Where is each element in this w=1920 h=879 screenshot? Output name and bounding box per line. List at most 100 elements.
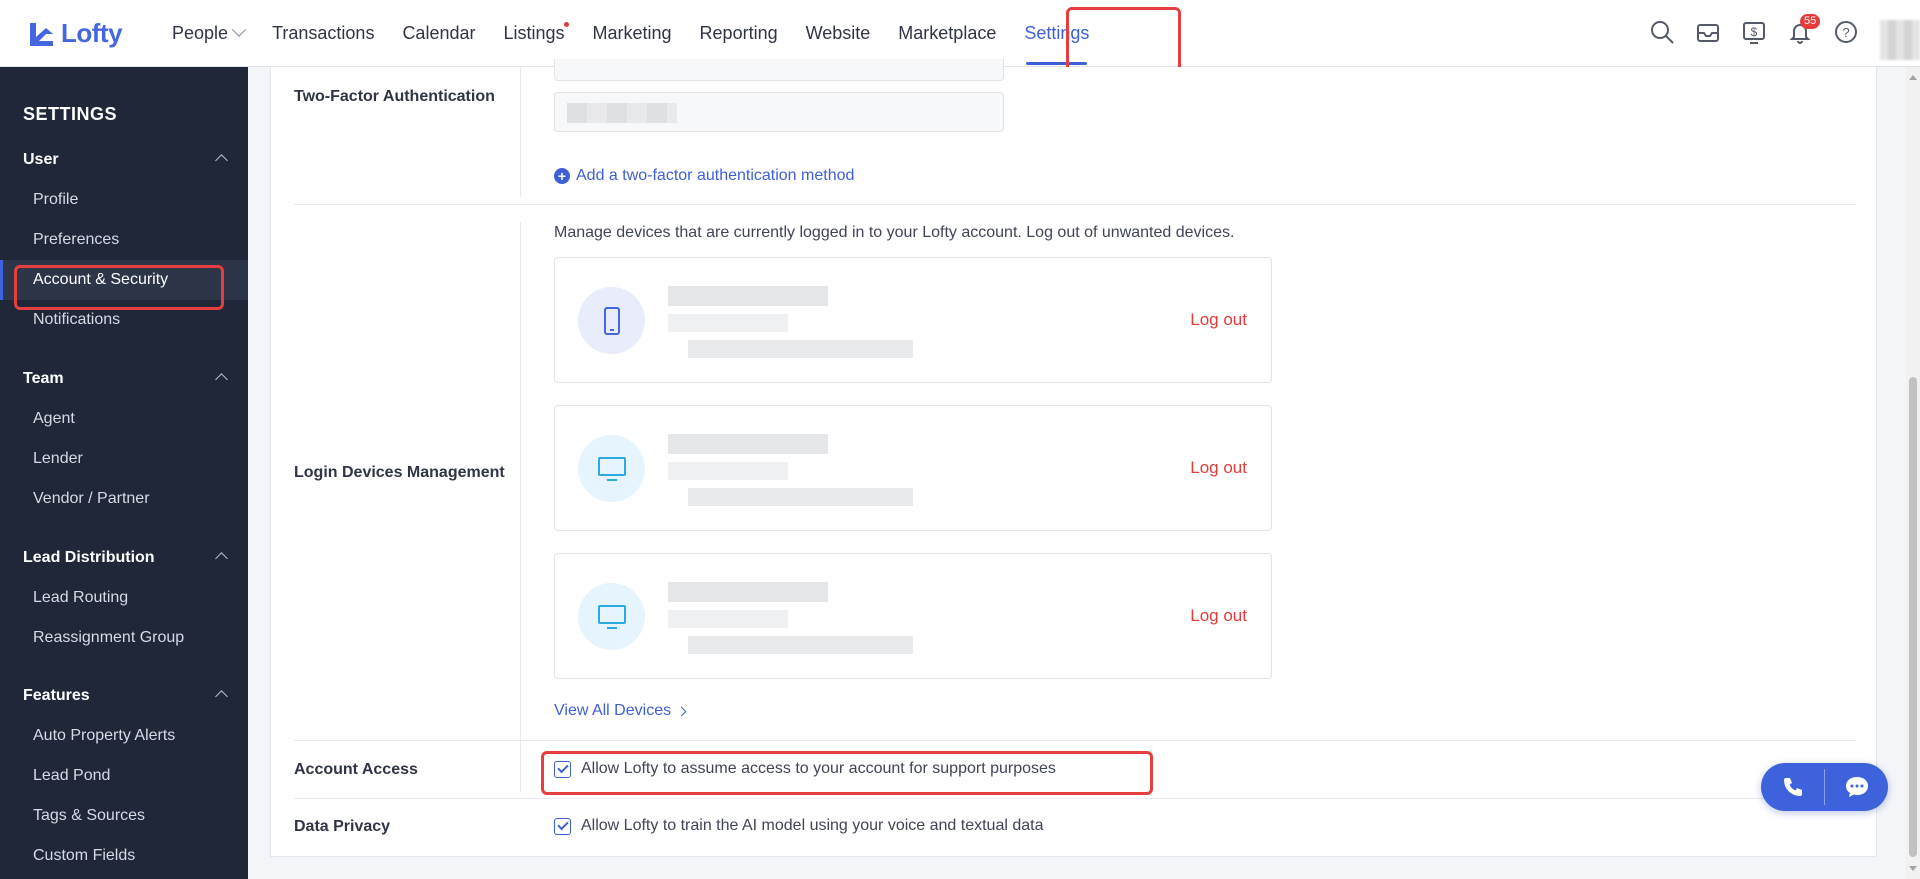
nav-listings-label: Listings [503, 23, 565, 43]
login-devices-label: Login Devices Management [294, 464, 505, 481]
sidebar-item-preferences[interactable]: Preferences [0, 220, 248, 260]
device-info-redacted [668, 582, 913, 654]
divider [294, 740, 1856, 741]
chevron-up-icon [215, 552, 228, 565]
brand-name: Lofty [61, 18, 123, 48]
svg-text:?: ? [1842, 25, 1849, 40]
nav-people[interactable]: People [158, 0, 258, 67]
scroll-down-arrow-icon[interactable] [1909, 866, 1917, 871]
device-card: Log out [554, 257, 1272, 383]
chat-bubble-icon [1845, 777, 1868, 797]
data-privacy-checkbox-label: Allow Lofty to train the AI model using … [581, 817, 1044, 834]
two-factor-method-field[interactable] [554, 59, 1004, 81]
device-icon-wrap [578, 583, 645, 650]
nav-website[interactable]: Website [792, 0, 885, 67]
nav-reporting-label: Reporting [699, 23, 778, 43]
avatar[interactable] [1880, 20, 1920, 60]
data-privacy-checkbox[interactable] [554, 817, 571, 835]
add-two-factor-link-text: Add a two-factor authentication method [576, 167, 855, 184]
sidebar-item-label: Preferences [33, 231, 120, 248]
lofty-logo[interactable]: Lofty [27, 18, 123, 49]
view-all-devices-link[interactable]: View All Devices [554, 702, 686, 720]
sidebar-item-tags-sources[interactable]: Tags & Sources [0, 796, 248, 836]
nav-marketplace[interactable]: Marketplace [884, 0, 1010, 67]
nav-marketing[interactable]: Marketing [579, 0, 686, 67]
sidebar-item-agent[interactable]: Agent [0, 399, 248, 439]
billing-icon[interactable]: $ [1740, 18, 1768, 46]
floating-contact-widget [1761, 763, 1888, 811]
logout-button[interactable]: Log out [1190, 458, 1247, 478]
scroll-up-arrow-icon[interactable] [1909, 75, 1917, 80]
sidebar-item-lead-pond[interactable]: Lead Pond [0, 756, 248, 796]
sidebar-group-header-team[interactable]: Team [0, 359, 248, 399]
section-divider-vertical [520, 67, 521, 197]
sidebar-item-label: Lender [33, 450, 83, 467]
chevron-up-icon [215, 373, 228, 386]
sidebar-group-label: User [23, 151, 59, 168]
scrollbar-thumb[interactable] [1909, 377, 1917, 857]
monitor-icon [597, 604, 626, 629]
nav-calendar-label: Calendar [402, 23, 476, 43]
divider [294, 204, 1856, 205]
sidebar-item-profile[interactable]: Profile [0, 180, 248, 220]
sidebar-item-reassignment-group[interactable]: Reassignment Group [0, 618, 248, 658]
monitor-icon [597, 456, 626, 481]
sidebar-item-auto-property-alerts[interactable]: Auto Property Alerts [0, 716, 248, 756]
svg-text:$: $ [1751, 25, 1758, 39]
chat-button[interactable] [1825, 763, 1888, 811]
page-scrollbar[interactable] [1906, 67, 1920, 879]
call-button[interactable] [1761, 763, 1824, 811]
account-access-option[interactable]: Allow Lofty to assume access to your acc… [554, 760, 1056, 778]
nav-reporting[interactable]: Reporting [686, 0, 792, 67]
top-nav-bar: Lofty People Transactions Calendar Listi… [0, 0, 1920, 67]
sidebar-group-header-user[interactable]: User [0, 140, 248, 180]
two-factor-method-field[interactable] [554, 92, 1004, 132]
sidebar-item-lead-routing[interactable]: Lead Routing [0, 578, 248, 618]
logout-button[interactable]: Log out [1190, 310, 1247, 330]
nav-settings[interactable]: Settings [1010, 0, 1103, 67]
sidebar-item-label: Auto Property Alerts [33, 727, 176, 744]
search-icon[interactable] [1648, 18, 1676, 46]
device-card: Log out [554, 405, 1272, 531]
sidebar-item-label: Lead Pond [33, 767, 111, 784]
nav-calendar[interactable]: Calendar [388, 0, 489, 67]
chevron-up-icon [215, 154, 228, 167]
nav-transactions[interactable]: Transactions [258, 0, 388, 67]
sidebar-group-label: Team [23, 370, 64, 387]
lofty-logo-icon [30, 22, 53, 46]
nav-people-label: People [172, 23, 229, 43]
sidebar-item-label: Notifications [33, 311, 121, 328]
sidebar-group-header-lead-distribution[interactable]: Lead Distribution [0, 538, 248, 578]
sidebar-item-lender[interactable]: Lender [0, 439, 248, 479]
sidebar-group-header-features[interactable]: Features [0, 676, 248, 716]
plus-circle-icon: + [554, 168, 570, 184]
nav-marketing-label: Marketing [592, 23, 672, 43]
sidebar-item-notifications[interactable]: Notifications [0, 300, 248, 340]
add-two-factor-link[interactable]: + Add a two-factor authentication method [554, 167, 854, 185]
notifications-button[interactable]: 55 [1786, 14, 1821, 46]
main-nav: People Transactions Calendar Listings Ma… [158, 0, 1103, 67]
data-privacy-label: Data Privacy [294, 818, 391, 835]
sidebar-group-features: Features Auto Property Alerts Lead Pond … [0, 676, 248, 876]
account-security-panel: Two-Factor Authentication + Add a two-fa… [270, 59, 1877, 857]
login-devices-description: Manage devices that are currently logged… [554, 224, 1235, 241]
device-info-redacted [668, 286, 913, 358]
device-icon-wrap [578, 287, 645, 354]
nav-listings[interactable]: Listings [489, 0, 578, 67]
logout-button[interactable]: Log out [1190, 606, 1247, 626]
sidebar-item-custom-fields[interactable]: Custom Fields [0, 836, 248, 876]
sidebar-item-account-security[interactable]: Account & Security [0, 260, 248, 300]
inbox-icon[interactable] [1694, 18, 1722, 46]
sidebar-group-label: Features [23, 687, 90, 704]
nav-settings-label: Settings [1024, 23, 1090, 43]
sidebar-item-label: Agent [33, 410, 75, 427]
chevron-right-icon [676, 706, 686, 717]
section-divider-vertical [520, 222, 521, 792]
sidebar-item-vendor-partner[interactable]: Vendor / Partner [0, 479, 248, 519]
divider [294, 798, 1856, 799]
account-access-label: Account Access [294, 761, 418, 778]
account-access-checkbox[interactable] [554, 760, 571, 778]
section-divider-vertical [520, 750, 521, 790]
help-icon[interactable]: ? [1832, 18, 1860, 46]
data-privacy-option[interactable]: Allow Lofty to train the AI model using … [554, 817, 1044, 835]
